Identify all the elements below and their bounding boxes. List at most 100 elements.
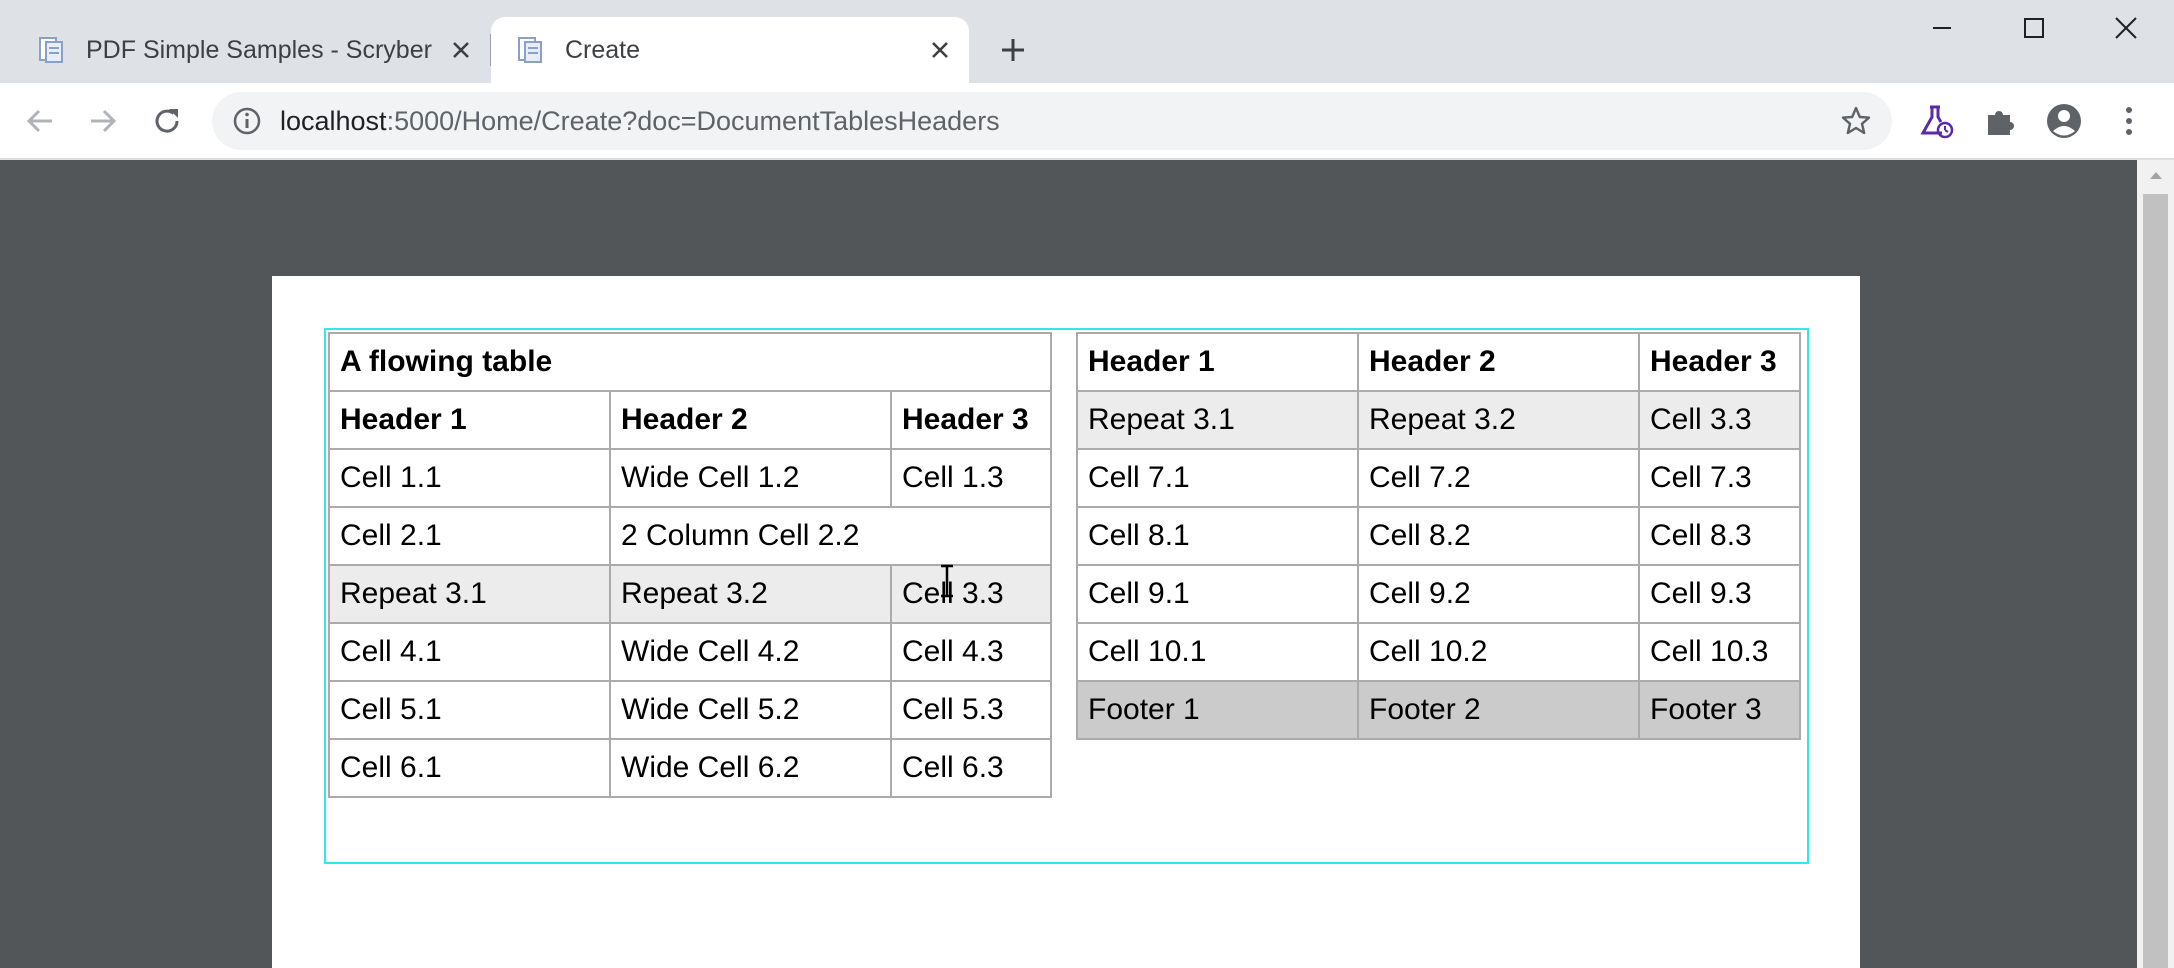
reload-button[interactable] xyxy=(145,99,189,143)
pdf-page: A flowing table Header 1 Header 2 Header… xyxy=(272,276,1860,968)
table-header-row: Header 1 Header 2 Header 3 xyxy=(328,390,1053,450)
table-cell: Repeat 3.1 xyxy=(1076,390,1359,450)
address-bar[interactable]: localhost:5000/Home/Create?doc=DocumentT… xyxy=(212,92,1892,150)
table-cell: Wide Cell 6.2 xyxy=(609,738,892,798)
table-row: Cell 6.1 Wide Cell 6.2 Cell 6.3 xyxy=(328,738,1053,798)
table-cell: Cell 9.2 xyxy=(1357,564,1640,624)
reload-icon xyxy=(155,109,179,133)
account-circle-icon xyxy=(2047,104,2081,138)
header-cell: Header 3 xyxy=(1638,332,1801,392)
table-cell: Cell 4.3 xyxy=(889,622,1053,682)
header-cell: Header 1 xyxy=(1076,332,1359,392)
scroll-up-button[interactable] xyxy=(2137,160,2174,190)
close-icon xyxy=(2115,17,2137,39)
table-row: Cell 8.1 Cell 8.2 Cell 8.3 xyxy=(1076,506,1801,566)
table-row: Cell 4.1 Wide Cell 4.2 Cell 4.3 xyxy=(328,622,1053,682)
url-path: :5000/Home/Create?doc=DocumentTablesHead… xyxy=(386,106,1000,136)
table-cell: Cell 9.1 xyxy=(1076,564,1359,624)
maximize-icon xyxy=(2024,18,2044,38)
header-cell: Header 2 xyxy=(1357,332,1640,392)
caret-up-icon xyxy=(2149,172,2162,179)
url-host: localhost xyxy=(280,106,387,136)
header-cell: Header 3 xyxy=(889,390,1053,450)
table-cell: Cell 7.3 xyxy=(1638,448,1801,508)
table-cell: Cell 3.3 xyxy=(1638,390,1801,450)
table-cell: Wide Cell 5.2 xyxy=(609,680,892,740)
repeat-row: Repeat 3.1 Repeat 3.2 Cell 3.3 xyxy=(1076,390,1801,450)
tab-pdf-simple-samples[interactable]: PDF Simple Samples - Scryber xyxy=(0,17,490,83)
arrow-left-icon xyxy=(26,109,52,133)
minimize-button[interactable] xyxy=(1896,0,1988,56)
table-cell: Cell 7.2 xyxy=(1357,448,1640,508)
document-icon xyxy=(518,37,542,63)
close-icon xyxy=(932,42,948,58)
table-cell: Cell 5.3 xyxy=(889,680,1053,740)
footer-row: Footer 1 Footer 2 Footer 3 xyxy=(1076,680,1801,740)
table-cell: Cell 4.1 xyxy=(328,622,611,682)
table-cell: Cell 6.3 xyxy=(889,738,1053,798)
table-row: Cell 2.1 2 Column Cell 2.2 xyxy=(328,506,1053,566)
table-cell: Cell 2.1 xyxy=(328,506,611,566)
browser-toolbar: localhost:5000/Home/Create?doc=DocumentT… xyxy=(0,83,2174,159)
footer-cell: Footer 3 xyxy=(1638,680,1801,740)
table-row: Cell 5.1 Wide Cell 5.2 Cell 5.3 xyxy=(328,680,1053,740)
table-cell: Cell 10.2 xyxy=(1357,622,1640,682)
tab-create[interactable]: Create xyxy=(491,17,969,83)
table-row: Cell 1.1 Wide Cell 1.2 Cell 1.3 xyxy=(328,448,1053,508)
url-text[interactable]: localhost:5000/Home/Create?doc=DocumentT… xyxy=(280,92,1000,150)
table-cell: Repeat 3.2 xyxy=(609,564,892,624)
text-cursor-icon xyxy=(941,564,953,598)
header-cell: Header 2 xyxy=(609,390,892,450)
close-tab-button[interactable] xyxy=(925,35,955,65)
table-cell: Cell 1.3 xyxy=(889,448,1053,508)
table-cell: Repeat 3.1 xyxy=(328,564,611,624)
puzzle-icon xyxy=(1988,111,2014,135)
table-cell: Cell 5.1 xyxy=(328,680,611,740)
table-cell: Cell 7.1 xyxy=(1076,448,1359,508)
table-cell: Wide Cell 1.2 xyxy=(609,448,892,508)
labs-flask-button[interactable] xyxy=(1916,101,1956,141)
table-cell-spanning: 2 Column Cell 2.2 xyxy=(608,506,1053,566)
table-cell: Repeat 3.2 xyxy=(1357,390,1640,450)
scroll-thumb[interactable] xyxy=(2143,194,2168,968)
table-cell: Cell 10.3 xyxy=(1638,622,1801,682)
plus-icon xyxy=(1002,39,1024,61)
table-caption: A flowing table xyxy=(327,332,1053,392)
table-cell: Cell 8.2 xyxy=(1357,506,1640,566)
tab-strip: PDF Simple Samples - Scryber Create xyxy=(0,0,2174,83)
back-button[interactable] xyxy=(18,99,62,143)
table-cell: Cell 8.1 xyxy=(1076,506,1359,566)
table-cell: Cell 9.3 xyxy=(1638,564,1801,624)
table-row: Cell 7.1 Cell 7.2 Cell 7.3 xyxy=(1076,448,1801,508)
table-caption-row: A flowing table xyxy=(327,332,1053,392)
profile-button[interactable] xyxy=(2044,101,2084,141)
bookmark-star-icon[interactable] xyxy=(1840,105,1872,137)
flowing-table-right: Header 1 Header 2 Header 3 Repeat 3.1 Re… xyxy=(1076,332,1801,740)
extensions-button[interactable] xyxy=(1980,101,2020,141)
info-icon[interactable] xyxy=(232,106,262,136)
footer-cell: Footer 2 xyxy=(1357,680,1640,740)
table-cell: Cell 8.3 xyxy=(1638,506,1801,566)
maximize-button[interactable] xyxy=(1988,0,2080,56)
minimize-icon xyxy=(1933,27,1951,29)
more-vert-icon xyxy=(2126,107,2132,135)
table-header-row: Header 1 Header 2 Header 3 xyxy=(1076,332,1801,392)
tab-title: Create xyxy=(565,35,641,64)
close-window-button[interactable] xyxy=(2080,0,2172,56)
new-tab-button[interactable] xyxy=(993,30,1033,70)
header-cell: Header 1 xyxy=(328,390,611,450)
forward-button[interactable] xyxy=(81,99,125,143)
footer-cell: Footer 1 xyxy=(1076,680,1359,740)
table-row: Cell 10.1 Cell 10.2 Cell 10.3 xyxy=(1076,622,1801,682)
table-cell: Cell 3.3 xyxy=(889,564,1053,624)
close-icon xyxy=(453,42,469,58)
menu-button[interactable] xyxy=(2109,101,2149,141)
tab-title: PDF Simple Samples - Scryber xyxy=(86,35,432,64)
table-cell: Cell 6.1 xyxy=(328,738,611,798)
table-row: Cell 9.1 Cell 9.2 Cell 9.3 xyxy=(1076,564,1801,624)
vertical-scrollbar[interactable] xyxy=(2137,160,2174,968)
document-icon xyxy=(39,37,63,63)
close-tab-button[interactable] xyxy=(446,35,476,65)
table-cell: Wide Cell 4.2 xyxy=(609,622,892,682)
flask-icon xyxy=(1920,105,1954,139)
